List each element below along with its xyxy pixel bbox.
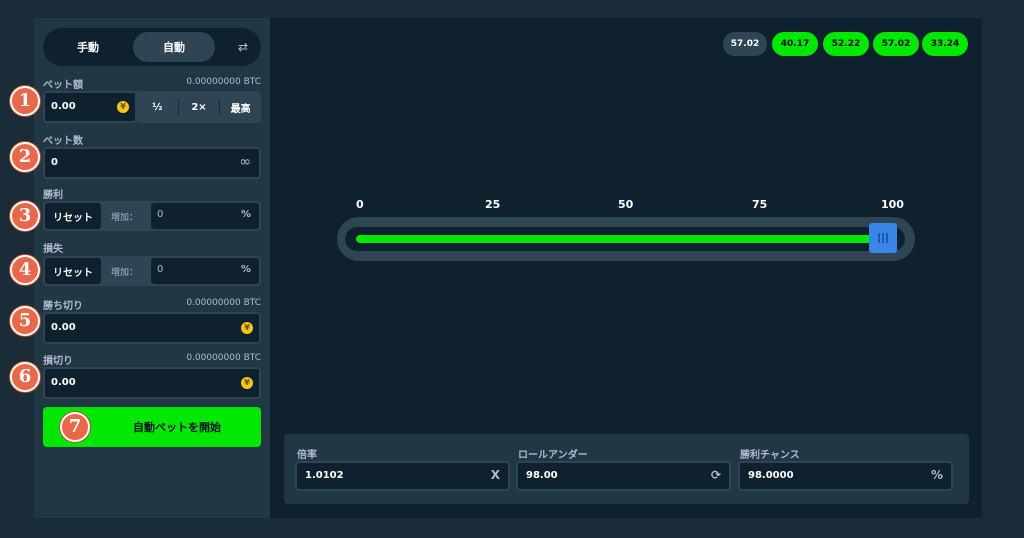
win-chance-label: 勝利チャンス [740,450,800,461]
annotation-marker-4: 4 [10,255,40,285]
bet-count-value: 0 [51,157,58,168]
on-loss-reset-button[interactable]: リセット [45,258,101,284]
percent-icon: % [240,264,251,275]
slider-tick-label: 50 [618,198,634,211]
slider-tick-label: 100 [881,198,904,211]
tab-manual[interactable]: 手動 [47,32,129,62]
stop-profit-value: 0.00 [51,322,76,333]
history-result: 57.02 [873,32,919,56]
annotation-marker-5: 5 [10,306,40,336]
max-button[interactable]: 最高 [220,100,261,115]
coin-icon: ¥ [241,322,253,334]
history-result: 57.02 [723,32,767,56]
bet-amount-buttons: ½ 2× 最高 [137,91,261,123]
history-result: 40.17 [772,32,818,56]
stop-profit-input[interactable]: 0.00 ¥ [43,312,261,344]
multiplier-value: 1.0102 [305,470,344,481]
stop-loss-value: 0.00 [51,377,76,388]
on-loss-label: 損失 [43,244,63,255]
on-win-label: 勝利 [43,190,63,201]
on-loss-increase-input[interactable]: 0 % [151,258,259,284]
stop-loss-btc: 0.00000000 BTC [186,353,261,363]
mode-toggle: 手動 自動 ⇄ [43,28,261,66]
half-button[interactable]: ½ [137,102,178,113]
on-win-increase-value: 0 [157,209,164,220]
multiply-icon: X [490,468,500,482]
multiplier-label: 倍率 [297,450,317,461]
annotation-marker-6: 6 [10,362,40,392]
history-result: 52.22 [823,32,869,56]
annotation-marker-1: 1 [10,86,40,116]
double-button[interactable]: 2× [179,102,220,113]
coin-icon: ¥ [117,101,129,113]
start-autobet-label: 自動ベットを開始 [133,421,221,434]
roll-under-input[interactable]: 98.00 ⟳ [516,461,731,491]
shuffle-icon[interactable]: ⇄ [233,37,253,57]
annotation-marker-7: 7 [60,412,90,442]
on-loss-row: リセット 増加： 0 % [43,256,261,286]
on-win-row: リセット 増加： 0 % [43,201,261,231]
annotation-marker-2: 2 [10,142,40,172]
annotation-marker-3: 3 [10,201,40,231]
roll-under-label: ロールアンダー [518,450,588,461]
tab-auto[interactable]: 自動 [133,32,215,62]
multiplier-input[interactable]: 1.0102 X [295,461,510,491]
infinity-icon[interactable]: ∞ [239,154,251,170]
percent-icon: % [930,468,943,482]
bet-amount-label: ベット額 [43,80,83,91]
on-win-increase-label: 増加： [111,213,139,223]
on-win-reset-button[interactable]: リセット [45,203,101,229]
win-chance-input[interactable]: 98.0000 % [738,461,953,491]
bet-count-input[interactable]: 0 ∞ [43,147,261,179]
stop-loss-input[interactable]: 0.00 ¥ [43,367,261,399]
slider-tick-label: 0 [356,198,364,211]
slider-tick-label: 75 [752,198,768,211]
history-result: 33.24 [922,32,968,56]
slider-tick-label: 25 [485,198,501,211]
on-loss-increase-value: 0 [157,264,164,275]
bet-amount-value: 0.00 [51,101,76,112]
stop-profit-btc: 0.00000000 BTC [186,298,261,308]
bottom-strip [34,518,982,538]
stop-profit-label: 勝ち切り [43,301,83,312]
bet-count-label: ベット数 [43,136,83,147]
on-loss-increase-label: 増加： [111,268,139,278]
refresh-icon[interactable]: ⟳ [711,468,721,482]
coin-icon: ¥ [241,377,253,389]
bet-amount-input[interactable]: 0.00 ¥ [43,91,137,123]
slider-win-range [356,235,876,243]
bet-amount-btc: 0.00000000 BTC [186,77,261,87]
stop-loss-label: 損切り [43,356,73,367]
on-win-increase-input[interactable]: 0 % [151,203,259,229]
roll-under-value: 98.00 [526,470,558,481]
win-chance-value: 98.0000 [748,470,794,481]
slider-handle[interactable] [869,223,897,253]
percent-icon: % [240,209,251,220]
